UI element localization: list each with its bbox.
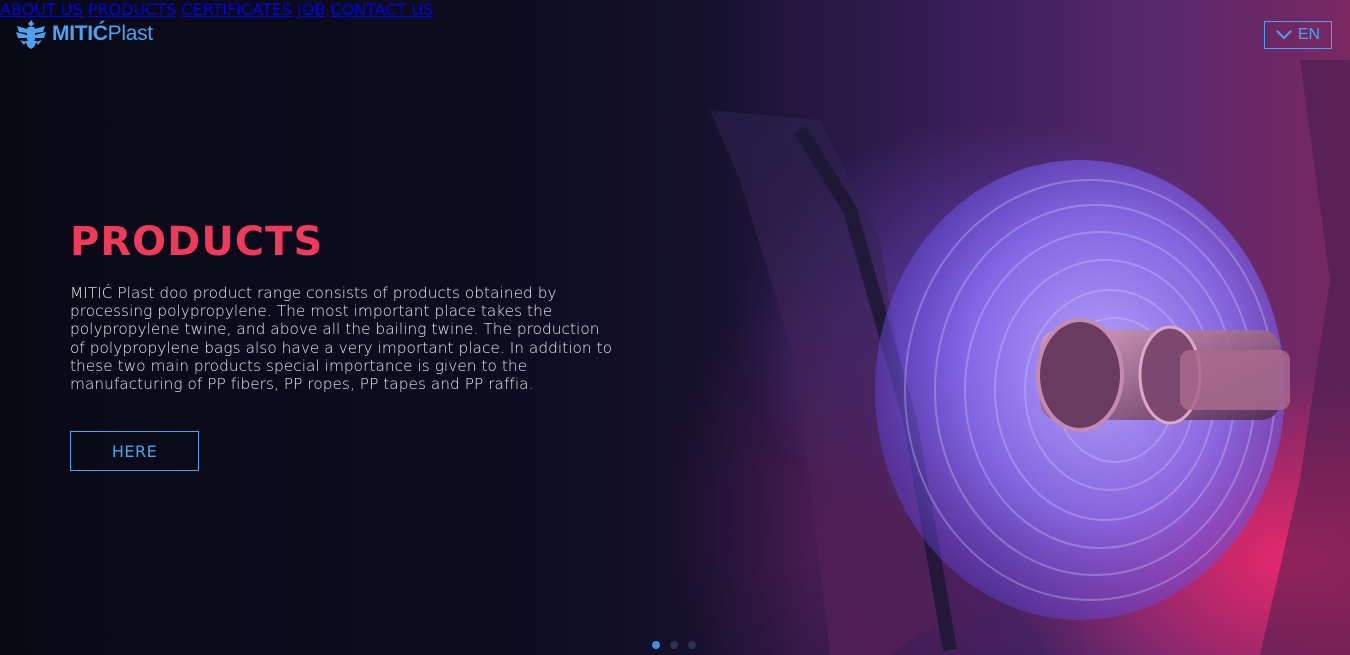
language-label: EN	[1297, 26, 1321, 43]
hero-slider: MITIĆPlast ABOUT US PRODUCTS CERTIFICATE…	[0, 0, 1350, 655]
nav-job[interactable]: JOB	[297, 0, 325, 19]
brand-logo[interactable]: MITIĆPlast	[14, 17, 153, 51]
carousel-dots	[652, 641, 696, 649]
brand-name: MITIĆPlast	[52, 22, 153, 45]
carousel-dot-3[interactable]	[688, 641, 696, 649]
top-navigation-bar: MITIĆPlast ABOUT US PRODUCTS CERTIFICATE…	[0, 0, 1350, 70]
carousel-dot-1[interactable]	[652, 641, 660, 649]
rope-spool-illustration	[710, 60, 1350, 655]
hero-content: PRODUCTS MITIĆ Plast doo product range c…	[70, 218, 615, 393]
eagle-emblem-icon	[16, 20, 46, 49]
language-selector[interactable]: EN	[1264, 21, 1332, 49]
carousel-dot-2[interactable]	[670, 641, 678, 649]
hero-title: PRODUCTS	[70, 219, 324, 265]
nav-certificates[interactable]: CERTIFICATES	[181, 0, 292, 19]
here-button[interactable]: HERE	[70, 431, 199, 471]
hero-background-image	[700, 60, 1350, 655]
chevron-down-icon	[1276, 30, 1292, 40]
hero-description: MITIĆ Plast doo product range consists o…	[70, 284, 613, 394]
nav-contact-us[interactable]: CONTACT US	[330, 0, 433, 19]
